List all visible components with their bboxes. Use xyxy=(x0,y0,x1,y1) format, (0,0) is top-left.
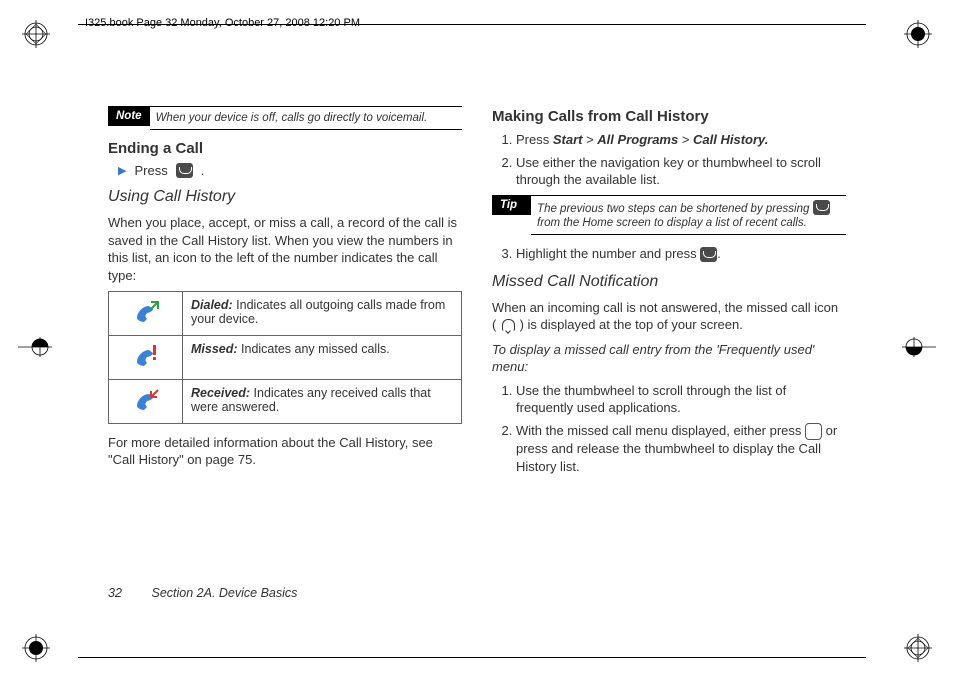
ending-press-text: Press xyxy=(134,163,167,178)
dialed-call-icon xyxy=(131,298,161,326)
missed-steps: Use the thumbwheel to scroll through the… xyxy=(516,382,846,475)
received-label: Received: xyxy=(191,386,250,400)
right-column: Making Calls from Call History Press Sta… xyxy=(492,100,846,480)
page-number: 32 xyxy=(108,586,148,600)
tip-text: The previous two steps can be shortened … xyxy=(531,195,846,236)
page-header-info: I325.book Page 32 Monday, October 27, 20… xyxy=(85,17,360,29)
registration-mark-icon xyxy=(904,634,932,662)
crop-line xyxy=(78,657,866,658)
note-text: When your device is off, calls go direct… xyxy=(150,106,462,130)
registration-mark-icon xyxy=(902,337,936,357)
heading-making-calls: Making Calls from Call History xyxy=(492,108,846,125)
bullet-triangle-icon: ▶ xyxy=(118,164,126,177)
tip-box: Tip The previous two steps can be shorte… xyxy=(492,195,846,236)
section-name: Section 2A. Device Basics xyxy=(151,586,297,600)
registration-mark-icon xyxy=(22,20,50,48)
softkey-icon xyxy=(805,423,822,440)
note-label: Note xyxy=(108,106,150,126)
list-item: Use the thumbwheel to scroll through the… xyxy=(516,382,846,417)
missed-call-icon xyxy=(131,342,161,370)
registration-mark-icon xyxy=(904,20,932,48)
list-item: With the missed call menu displayed, eit… xyxy=(516,422,846,475)
missed-subhead: To display a missed call entry from the … xyxy=(492,342,846,376)
table-row: Missed: Indicates any missed calls. xyxy=(109,335,462,379)
note-box: Note When your device is off, calls go d… xyxy=(108,106,462,130)
missed-paragraph: When an incoming call is not answered, t… xyxy=(492,299,846,334)
page-footer: 32 Section 2A. Device Basics xyxy=(108,586,297,600)
list-item: Use either the navigation key or thumbwh… xyxy=(516,154,846,189)
using-after: For more detailed information about the … xyxy=(108,434,462,469)
tip-label: Tip xyxy=(492,195,531,215)
call-key-icon xyxy=(813,200,830,215)
making-calls-steps: Press Start > All Programs > Call Histor… xyxy=(516,131,846,189)
page-body: Note When your device is off, calls go d… xyxy=(108,100,846,622)
call-type-table: Dialed: Indicates all outgoing calls mad… xyxy=(108,291,462,424)
table-row: Received: Indicates any received calls t… xyxy=(109,379,462,423)
list-item: Highlight the number and press . xyxy=(516,245,846,263)
dialed-label: Dialed: xyxy=(191,298,233,312)
heading-using-call-history: Using Call History xyxy=(108,188,462,206)
missed-desc: Indicates any missed calls. xyxy=(238,342,390,356)
heading-missed-notification: Missed Call Notification xyxy=(492,273,846,291)
left-column: Note When your device is off, calls go d… xyxy=(108,100,462,480)
using-intro: When you place, accept, or miss a call, … xyxy=(108,214,462,284)
end-call-key-icon xyxy=(176,163,193,178)
missed-call-indicator-icon xyxy=(500,318,516,334)
registration-mark-icon xyxy=(18,337,52,357)
missed-label: Missed: xyxy=(191,342,238,356)
making-calls-steps-cont: Highlight the number and press . xyxy=(516,245,846,263)
table-row: Dialed: Indicates all outgoing calls mad… xyxy=(109,291,462,335)
received-call-icon xyxy=(131,386,161,414)
list-item: Press Start > All Programs > Call Histor… xyxy=(516,131,846,149)
call-key-icon xyxy=(700,247,717,262)
registration-mark-icon xyxy=(22,634,50,662)
ending-call-step: ▶ Press . xyxy=(118,163,462,178)
heading-ending-call: Ending a Call xyxy=(108,140,462,157)
